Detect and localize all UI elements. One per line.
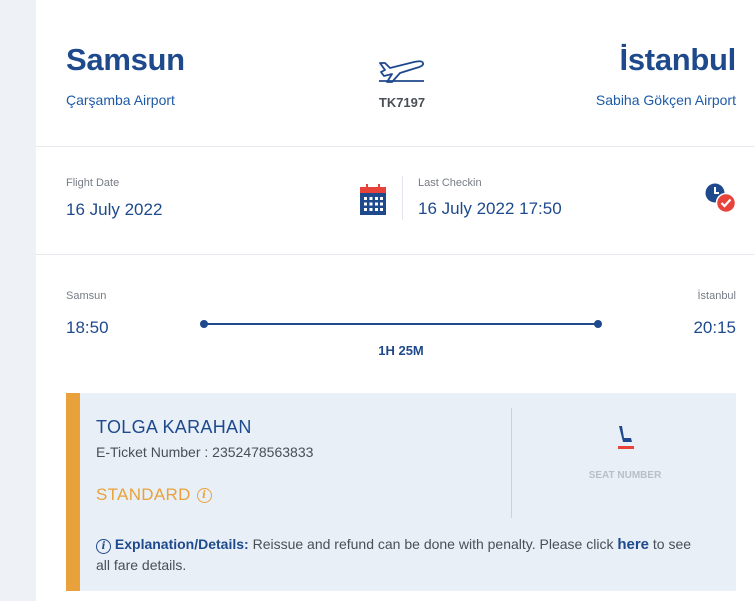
flight-card: Samsun Çarşamba Airport TK7197 İstanbul … (36, 0, 754, 601)
seat-icon (618, 426, 634, 449)
destination-airport: Sabiha Gökçen Airport (595, 92, 736, 108)
timeline-destination-label: İstanbul (697, 290, 736, 302)
fare-class-label: STANDARD (96, 485, 191, 504)
flight-timeline (203, 323, 598, 325)
divider (36, 146, 754, 147)
seat-number-label: SEAT NUMBER (588, 470, 662, 481)
arrival-dot (594, 320, 602, 328)
departure-time: 18:50 (66, 318, 109, 337)
origin-airport: Çarşamba Airport (66, 92, 175, 108)
clock-check-icon (705, 183, 737, 214)
destination-city: İstanbul (619, 42, 737, 77)
explanation-title: Explanation/Details: (114, 536, 249, 552)
calendar-icon (360, 184, 386, 215)
flight-date-value: 16 July 2022 (66, 200, 163, 219)
info-icon[interactable]: i (196, 487, 212, 503)
plane-icon (379, 60, 424, 83)
passenger-name: TOLGA KARAHAN (96, 417, 252, 437)
fare-explanation: i Explanation/Details: Reissue and refun… (96, 534, 706, 576)
flight-duration: 1H 25M (378, 343, 424, 358)
divider (36, 254, 754, 255)
fare-details-link[interactable]: here (617, 536, 649, 553)
origin-city: Samsun (66, 42, 185, 77)
passenger-box: TOLGA KARAHAN E-Ticket Number : 23524785… (66, 393, 736, 591)
fare-class: STANDARD i (96, 485, 212, 505)
seat-divider (511, 408, 512, 518)
flight-date-label: Flight Date (66, 177, 120, 189)
timeline-origin-label: Samsun (66, 290, 107, 302)
info-icon: i (96, 539, 111, 554)
explanation-text: Reissue and refund can be done with pena… (248, 536, 618, 552)
arrival-time: 20:15 (693, 318, 736, 337)
last-checkin-value: 16 July 2022 17:50 (418, 199, 562, 218)
flight-number: TK7197 (378, 95, 426, 110)
date-divider (402, 176, 403, 220)
last-checkin-label: Last Checkin (418, 177, 482, 189)
eticket-number: E-Ticket Number : 2352478563833 (96, 444, 314, 460)
